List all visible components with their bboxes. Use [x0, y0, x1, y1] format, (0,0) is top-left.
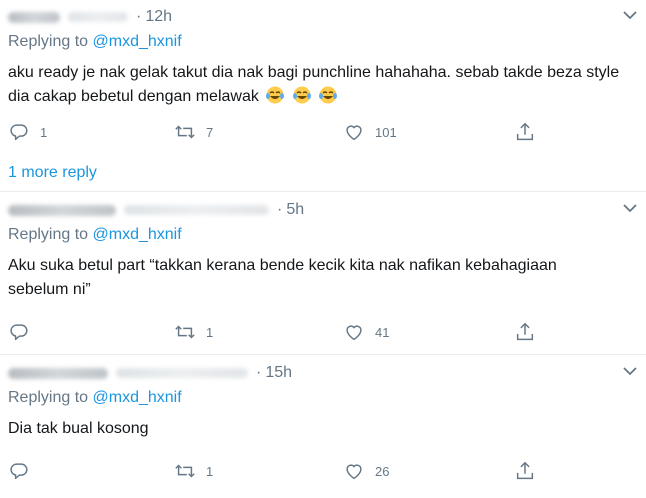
share-icon — [516, 122, 534, 141]
chevron-down-icon[interactable] — [622, 9, 638, 21]
share-button[interactable] — [514, 120, 536, 144]
share-icon — [516, 461, 534, 480]
share-button[interactable] — [514, 320, 536, 344]
tweet-header: · 15h — [8, 362, 292, 384]
replying-to: Replying to @mxd_hxnif — [8, 389, 182, 406]
replying-to-handle[interactable]: @mxd_hxnif — [93, 33, 182, 50]
tweet-header: · 12h — [8, 6, 172, 28]
face-with-tears-of-joy-icon — [292, 86, 311, 104]
tweet-text: aku ready je nak gelak takut dia nak bag… — [8, 64, 620, 105]
chevron-down-icon[interactable] — [622, 202, 638, 214]
face-with-tears-of-joy-icon — [319, 86, 338, 104]
retweet-button[interactable]: 7 — [174, 120, 213, 144]
author-name-redacted[interactable] — [8, 204, 116, 216]
author-handle-redacted[interactable] — [68, 12, 128, 22]
retweet-button[interactable]: 1 — [174, 320, 213, 344]
share-button[interactable] — [514, 459, 536, 483]
retweet-button[interactable]: 1 — [174, 459, 213, 483]
author-name-redacted[interactable] — [8, 11, 60, 23]
reply-tweet[interactable]: · 12h Replying to @mxd_hxnif aku ready j… — [0, 0, 646, 156]
retweet-count: 7 — [206, 124, 214, 140]
like-icon — [346, 325, 362, 341]
author-handle-redacted[interactable] — [124, 205, 269, 215]
like-count: 101 — [375, 124, 397, 140]
reply-count: 1 — [40, 124, 48, 140]
more-replies-link[interactable]: 1 more reply — [8, 164, 97, 182]
like-button[interactable]: 26 — [343, 459, 389, 483]
retweet-icon — [175, 125, 195, 139]
like-count: 26 — [375, 463, 390, 479]
tweet-actions: 1 26 — [0, 459, 646, 483]
like-icon — [346, 125, 362, 141]
author-name-redacted[interactable] — [8, 367, 108, 379]
more-replies-row: 1 more reply — [0, 156, 646, 192]
like-button[interactable]: 101 — [343, 120, 397, 144]
tweet-time[interactable]: 15h — [265, 364, 292, 382]
retweet-count: 1 — [206, 463, 214, 479]
reply-icon — [10, 324, 28, 341]
retweet-icon — [175, 464, 195, 478]
tweet-time[interactable]: 12h — [145, 8, 172, 26]
reply-button[interactable]: 1 — [8, 120, 47, 144]
replies-feed: · 12h Replying to @mxd_hxnif aku ready j… — [0, 0, 646, 498]
like-count: 41 — [375, 324, 390, 340]
face-with-tears-of-joy-icon — [266, 86, 285, 104]
reply-tweet[interactable]: · 5h Replying to @mxd_hxnif Aku suka bet… — [0, 193, 646, 355]
tweet-text: Dia tak bual kosong — [8, 420, 149, 437]
reply-button[interactable] — [8, 459, 30, 483]
reply-button[interactable] — [8, 320, 30, 344]
reply-icon — [10, 463, 28, 480]
like-icon — [346, 464, 362, 480]
reply-icon — [10, 124, 28, 141]
retweet-count: 1 — [206, 324, 214, 340]
chevron-down-icon[interactable] — [622, 365, 638, 377]
author-handle-redacted[interactable] — [116, 368, 248, 378]
tweet-actions: 1 41 — [0, 320, 646, 344]
tweet-header: · 5h — [8, 199, 304, 221]
replying-to: Replying to @mxd_hxnif — [8, 226, 182, 243]
tweet-actions: 1 7 101 — [0, 120, 646, 144]
retweet-icon — [175, 325, 195, 339]
replying-to-handle[interactable]: @mxd_hxnif — [93, 389, 182, 406]
share-icon — [516, 322, 534, 341]
tweet-time[interactable]: 5h — [286, 201, 304, 219]
replying-to: Replying to @mxd_hxnif — [8, 33, 182, 50]
like-button[interactable]: 41 — [343, 320, 389, 344]
tweet-text: Aku suka betul part “takkan kerana bende… — [8, 257, 557, 298]
replying-to-handle[interactable]: @mxd_hxnif — [93, 226, 182, 243]
reply-tweet[interactable]: · 15h Replying to @mxd_hxnif Dia tak bua… — [0, 356, 646, 498]
